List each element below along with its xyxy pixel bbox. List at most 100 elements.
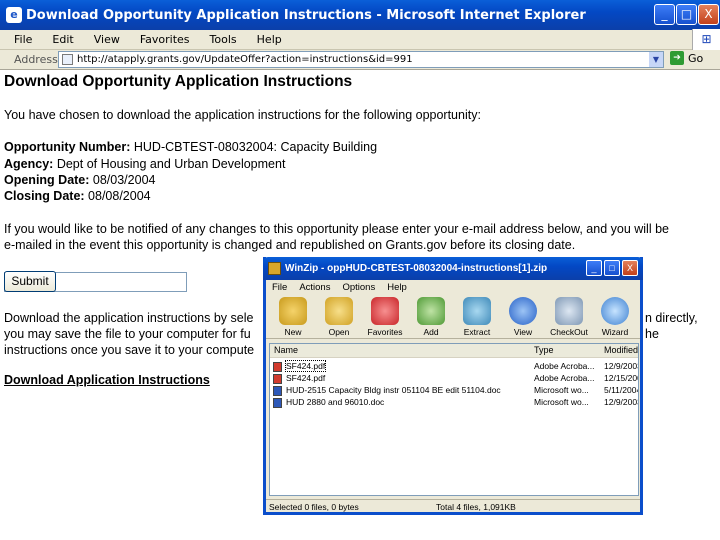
column-type[interactable]: Type bbox=[534, 345, 554, 355]
file-modified: 5/11/2004 bbox=[604, 385, 639, 395]
intro-text: You have chosen to download the applicat… bbox=[4, 108, 481, 122]
toolbar-wizard-button[interactable]: Wizard bbox=[592, 297, 638, 337]
add-files-icon bbox=[417, 297, 445, 325]
window-title-bar[interactable]: e Download Opportunity Application Instr… bbox=[0, 0, 720, 30]
toolbar-favorites-button[interactable]: Favorites bbox=[362, 297, 408, 337]
wizard-icon bbox=[601, 297, 629, 325]
file-row[interactable]: SF424.pdf Adobe Acroba... 12/9/2003 bbox=[270, 360, 639, 373]
toolbar-open-button[interactable]: Open bbox=[316, 297, 362, 337]
winzip-menu-options[interactable]: Options bbox=[342, 282, 375, 293]
toolbar-extract-label: Extract bbox=[463, 327, 491, 337]
winzip-menu-bar: File Actions Options Help bbox=[266, 280, 640, 295]
go-label: Go bbox=[688, 51, 704, 65]
column-modified[interactable]: Modified bbox=[604, 345, 638, 355]
winzip-maximize-button[interactable]: □ bbox=[604, 260, 620, 276]
toolbar-favorites-label: Favorites bbox=[367, 327, 403, 337]
submit-button[interactable]: Submit bbox=[4, 271, 56, 292]
file-name: SF424.pdf bbox=[286, 373, 326, 383]
address-input[interactable]: http://atapply.grants.gov/UpdateOffer?ac… bbox=[58, 51, 664, 68]
toolbar-open-label: Open bbox=[328, 327, 350, 337]
closing-date-label: Closing Date: bbox=[4, 189, 85, 203]
menu-edit[interactable]: Edit bbox=[52, 33, 73, 46]
winzip-window[interactable]: WinZip - oppHUD-CBTEST-08032004-instruct… bbox=[263, 257, 643, 515]
toolbar-view-button[interactable]: View bbox=[500, 297, 546, 337]
file-type: Microsoft wo... bbox=[534, 397, 589, 407]
agency-line: Agency: Dept of Housing and Urban Develo… bbox=[4, 157, 285, 171]
maximize-button[interactable]: □ bbox=[676, 4, 697, 25]
download-text-2: you may save the file to your computer f… bbox=[4, 327, 251, 341]
winzip-menu-file[interactable]: File bbox=[272, 282, 287, 293]
file-modified: 12/15/2003 bbox=[604, 373, 638, 383]
close-button[interactable]: X bbox=[698, 4, 719, 25]
favorites-heart-icon bbox=[371, 297, 399, 325]
view-eye-icon bbox=[509, 297, 537, 325]
page-icon bbox=[62, 54, 73, 65]
address-dropdown-icon[interactable]: ▼ bbox=[649, 52, 663, 67]
opening-date-line: Opening Date: 08/03/2004 bbox=[4, 173, 155, 187]
toolbar-checkout-button[interactable]: CheckOut bbox=[546, 297, 592, 337]
download-text-2-end: he bbox=[645, 327, 659, 341]
status-total: Total 4 files, 1,091KB bbox=[436, 502, 516, 512]
winzip-menu-help[interactable]: Help bbox=[387, 282, 407, 293]
status-selected: Selected 0 files, 0 bytes bbox=[269, 502, 359, 512]
minimize-button[interactable]: _ bbox=[654, 4, 675, 25]
toolbar-new-button[interactable]: New bbox=[270, 297, 316, 337]
toolbar-add-label: Add bbox=[423, 327, 439, 337]
download-instructions-link[interactable]: Download Application Instructions bbox=[4, 373, 210, 387]
winzip-minimize-button[interactable]: _ bbox=[586, 260, 602, 276]
winzip-menu-actions[interactable]: Actions bbox=[299, 282, 330, 293]
windows-logo-icon: ⊞ bbox=[692, 29, 720, 50]
file-name: SF424.pdf bbox=[284, 360, 327, 372]
file-type: Adobe Acroba... bbox=[534, 373, 595, 383]
toolbar-new-label: New bbox=[284, 327, 302, 337]
winzip-status-bar: Selected 0 files, 0 bytes Total 4 files,… bbox=[266, 499, 640, 513]
download-text-3: instructions once you save it to your co… bbox=[4, 343, 255, 357]
menu-view[interactable]: View bbox=[94, 33, 120, 46]
winzip-file-list[interactable]: Name Type Modified SF424.pdf Adobe Acrob… bbox=[269, 343, 639, 496]
file-row[interactable]: SF424.pdf Adobe Acroba... 12/15/2003 bbox=[270, 373, 638, 385]
opening-date-label: Opening Date: bbox=[4, 173, 90, 187]
new-archive-icon bbox=[279, 297, 307, 325]
open-archive-icon bbox=[325, 297, 353, 325]
notify-text-1: If you would like to be notified of any … bbox=[4, 222, 669, 236]
go-button[interactable]: ➔ Go bbox=[670, 51, 703, 65]
menu-file[interactable]: File bbox=[14, 33, 32, 46]
closing-date-line: Closing Date: 08/08/2004 bbox=[4, 189, 151, 203]
opportunity-value: HUD-CBTEST-08032004: Capacity Building bbox=[133, 140, 378, 154]
file-name: HUD-2515 Capacity Bldg instr 051104 BE e… bbox=[286, 385, 501, 395]
column-name[interactable]: Name bbox=[274, 345, 298, 355]
ie-icon: e bbox=[6, 7, 22, 23]
word-file-icon bbox=[273, 398, 282, 408]
toolbar-view-label: View bbox=[513, 327, 533, 337]
toolbar-extract-button[interactable]: Extract bbox=[454, 297, 500, 337]
pdf-file-icon bbox=[273, 374, 282, 384]
extract-icon bbox=[463, 297, 491, 325]
closing-date-value: 08/08/2004 bbox=[88, 189, 151, 203]
toolbar-add-button[interactable]: Add bbox=[408, 297, 454, 337]
file-modified: 12/9/2003 bbox=[604, 397, 639, 407]
page-heading: Download Opportunity Application Instruc… bbox=[4, 73, 353, 90]
toolbar-wizard-label: Wizard bbox=[601, 327, 629, 337]
menu-favorites[interactable]: Favorites bbox=[140, 33, 190, 46]
winzip-toolbar: New Open Favorites Add Extract View Chec… bbox=[266, 295, 640, 339]
notify-text-2: e-mailed in the event this opportunity i… bbox=[4, 238, 576, 252]
toolbar-checkout-label: CheckOut bbox=[550, 327, 588, 337]
winzip-close-button[interactable]: X bbox=[622, 260, 638, 276]
window-title: Download Opportunity Application Instruc… bbox=[26, 7, 586, 23]
file-modified: 12/9/2003 bbox=[604, 361, 639, 371]
agency-value: Dept of Housing and Urban Development bbox=[56, 157, 286, 171]
go-arrow-icon: ➔ bbox=[670, 51, 684, 65]
menu-tools[interactable]: Tools bbox=[210, 33, 237, 46]
opportunity-label: Opportunity Number: bbox=[4, 140, 131, 154]
address-url: http://atapply.grants.gov/UpdateOffer?ac… bbox=[77, 54, 413, 65]
file-row[interactable]: HUD-2515 Capacity Bldg instr 051104 BE e… bbox=[270, 385, 639, 397]
menu-help[interactable]: Help bbox=[257, 33, 282, 46]
file-row[interactable]: HUD 2880 and 96010.doc Microsoft wo... 1… bbox=[270, 397, 639, 409]
address-label: Address bbox=[14, 53, 58, 66]
pdf-file-icon bbox=[273, 362, 282, 372]
checkout-icon bbox=[555, 297, 583, 325]
opening-date-value: 08/03/2004 bbox=[92, 173, 156, 187]
address-bar: Address http://atapply.grants.gov/Update… bbox=[0, 50, 720, 70]
file-type: Microsoft wo... bbox=[534, 385, 589, 395]
agency-label: Agency: bbox=[4, 157, 54, 171]
